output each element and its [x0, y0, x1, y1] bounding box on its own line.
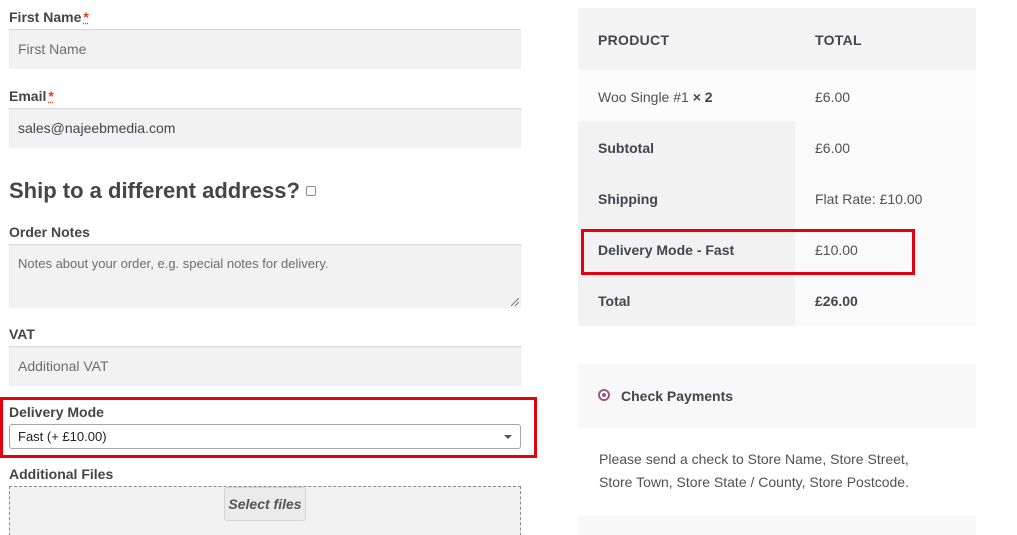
select-files-button[interactable]: Select files [224, 487, 306, 521]
required-mark: * [83, 9, 89, 25]
delivery-mode-selected: Fast (+ £10.00) [18, 429, 107, 444]
email-value: sales@najeebmedia.com [18, 120, 176, 136]
total-label: Total [598, 293, 631, 309]
item-total: £6.00 [815, 89, 851, 105]
email-input[interactable]: sales@najeebmedia.com [9, 108, 521, 148]
first-name-label: First Name * [9, 9, 89, 25]
ship-different-checkbox[interactable] [305, 186, 316, 196]
required-mark: * [48, 88, 54, 104]
order-notes-label: Order Notes [9, 224, 90, 240]
radio-selected-dot [602, 393, 606, 397]
delivery-mode-label: Delivery Mode [9, 404, 104, 420]
payment-next-section [578, 515, 976, 535]
chevron-down-icon [504, 434, 512, 439]
total-header: TOTAL [815, 32, 862, 48]
vat-input[interactable]: Additional VAT [9, 346, 521, 386]
shipping-label: Shipping [598, 191, 658, 207]
resize-handle-icon[interactable] [511, 298, 519, 306]
first-name-input[interactable]: First Name [9, 29, 521, 69]
payment-method-label[interactable]: Check Payments [621, 388, 733, 404]
order-notes-placeholder: Notes about your order, e.g. special not… [18, 256, 329, 271]
additional-files-label: Additional Files [9, 466, 114, 482]
first-name-placeholder: First Name [18, 41, 87, 57]
order-notes-textarea[interactable]: Notes about your order, e.g. special not… [9, 244, 521, 308]
subtotal-label: Subtotal [598, 140, 654, 156]
total-value: £26.00 [815, 293, 858, 309]
payment-description: Please send a check to Store Name, Store… [599, 451, 909, 490]
email-label: Email * [9, 88, 54, 104]
shipping-value: Flat Rate: £10.00 [815, 191, 923, 207]
payment-radio[interactable] [598, 389, 610, 401]
vat-label: VAT [9, 326, 35, 342]
item-quantity: × 2 [692, 89, 713, 105]
vat-placeholder: Additional VAT [18, 358, 109, 374]
ship-different-heading: Ship to a different address? [9, 178, 316, 204]
delivery-fee-highlight [581, 229, 915, 275]
subtotal-value: £6.00 [815, 140, 851, 156]
delivery-mode-select[interactable]: Fast (+ £10.00) [9, 424, 521, 449]
item-name: Woo Single #1 × 2 [598, 89, 713, 105]
product-header: PRODUCT [598, 32, 670, 48]
